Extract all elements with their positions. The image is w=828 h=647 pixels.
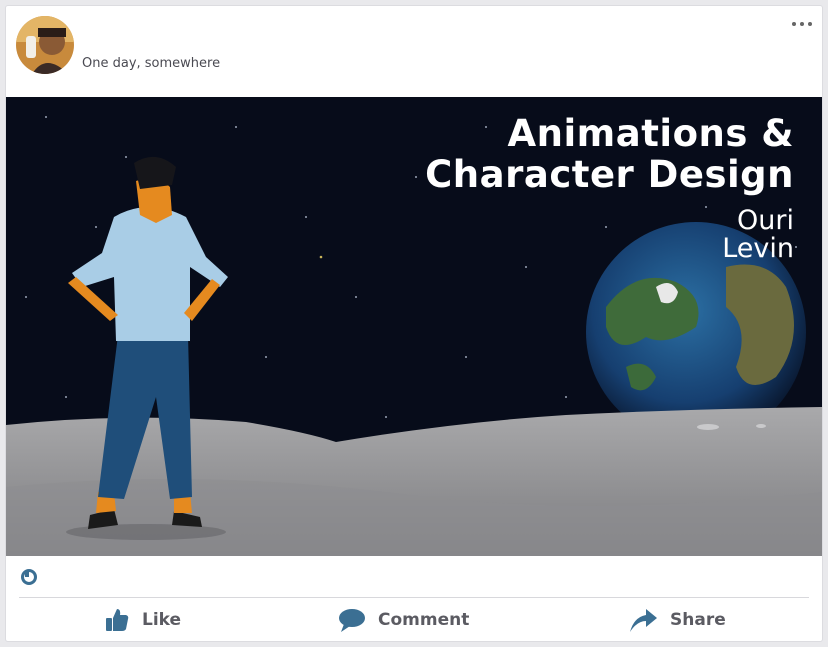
media-title-line-2: Character Design [425, 153, 794, 196]
share-arrow-icon [630, 608, 657, 632]
comment-label: Comment [378, 609, 470, 630]
post-card: One day, somewhere Animations & Characte… [6, 6, 822, 641]
thumbs-up-icon [106, 608, 129, 631]
avatar-image [16, 16, 74, 74]
media-title-overlay: Animations & Character Design Ouri Levin [425, 113, 794, 263]
like-label: Like [142, 609, 182, 630]
media-author-last-name: Levin [722, 233, 794, 264]
like-button[interactable]: Like [104, 598, 181, 641]
comment-button[interactable]: Comment [338, 598, 469, 641]
post-media-image[interactable]: Animations & Character Design Ouri Levin [6, 97, 822, 556]
avatar[interactable] [16, 16, 74, 74]
media-title-line-1: Animations & [507, 112, 794, 155]
post-location[interactable]: One day, somewhere [82, 56, 220, 71]
share-label: Share [670, 609, 726, 630]
action-bar: Like Comment Share [6, 598, 822, 641]
media-author-first-name: Ouri [737, 205, 794, 236]
more-options-icon[interactable] [792, 18, 812, 30]
like-count-icon[interactable] [20, 568, 38, 586]
speech-bubble-icon [339, 608, 365, 632]
share-button[interactable]: Share [628, 598, 726, 641]
